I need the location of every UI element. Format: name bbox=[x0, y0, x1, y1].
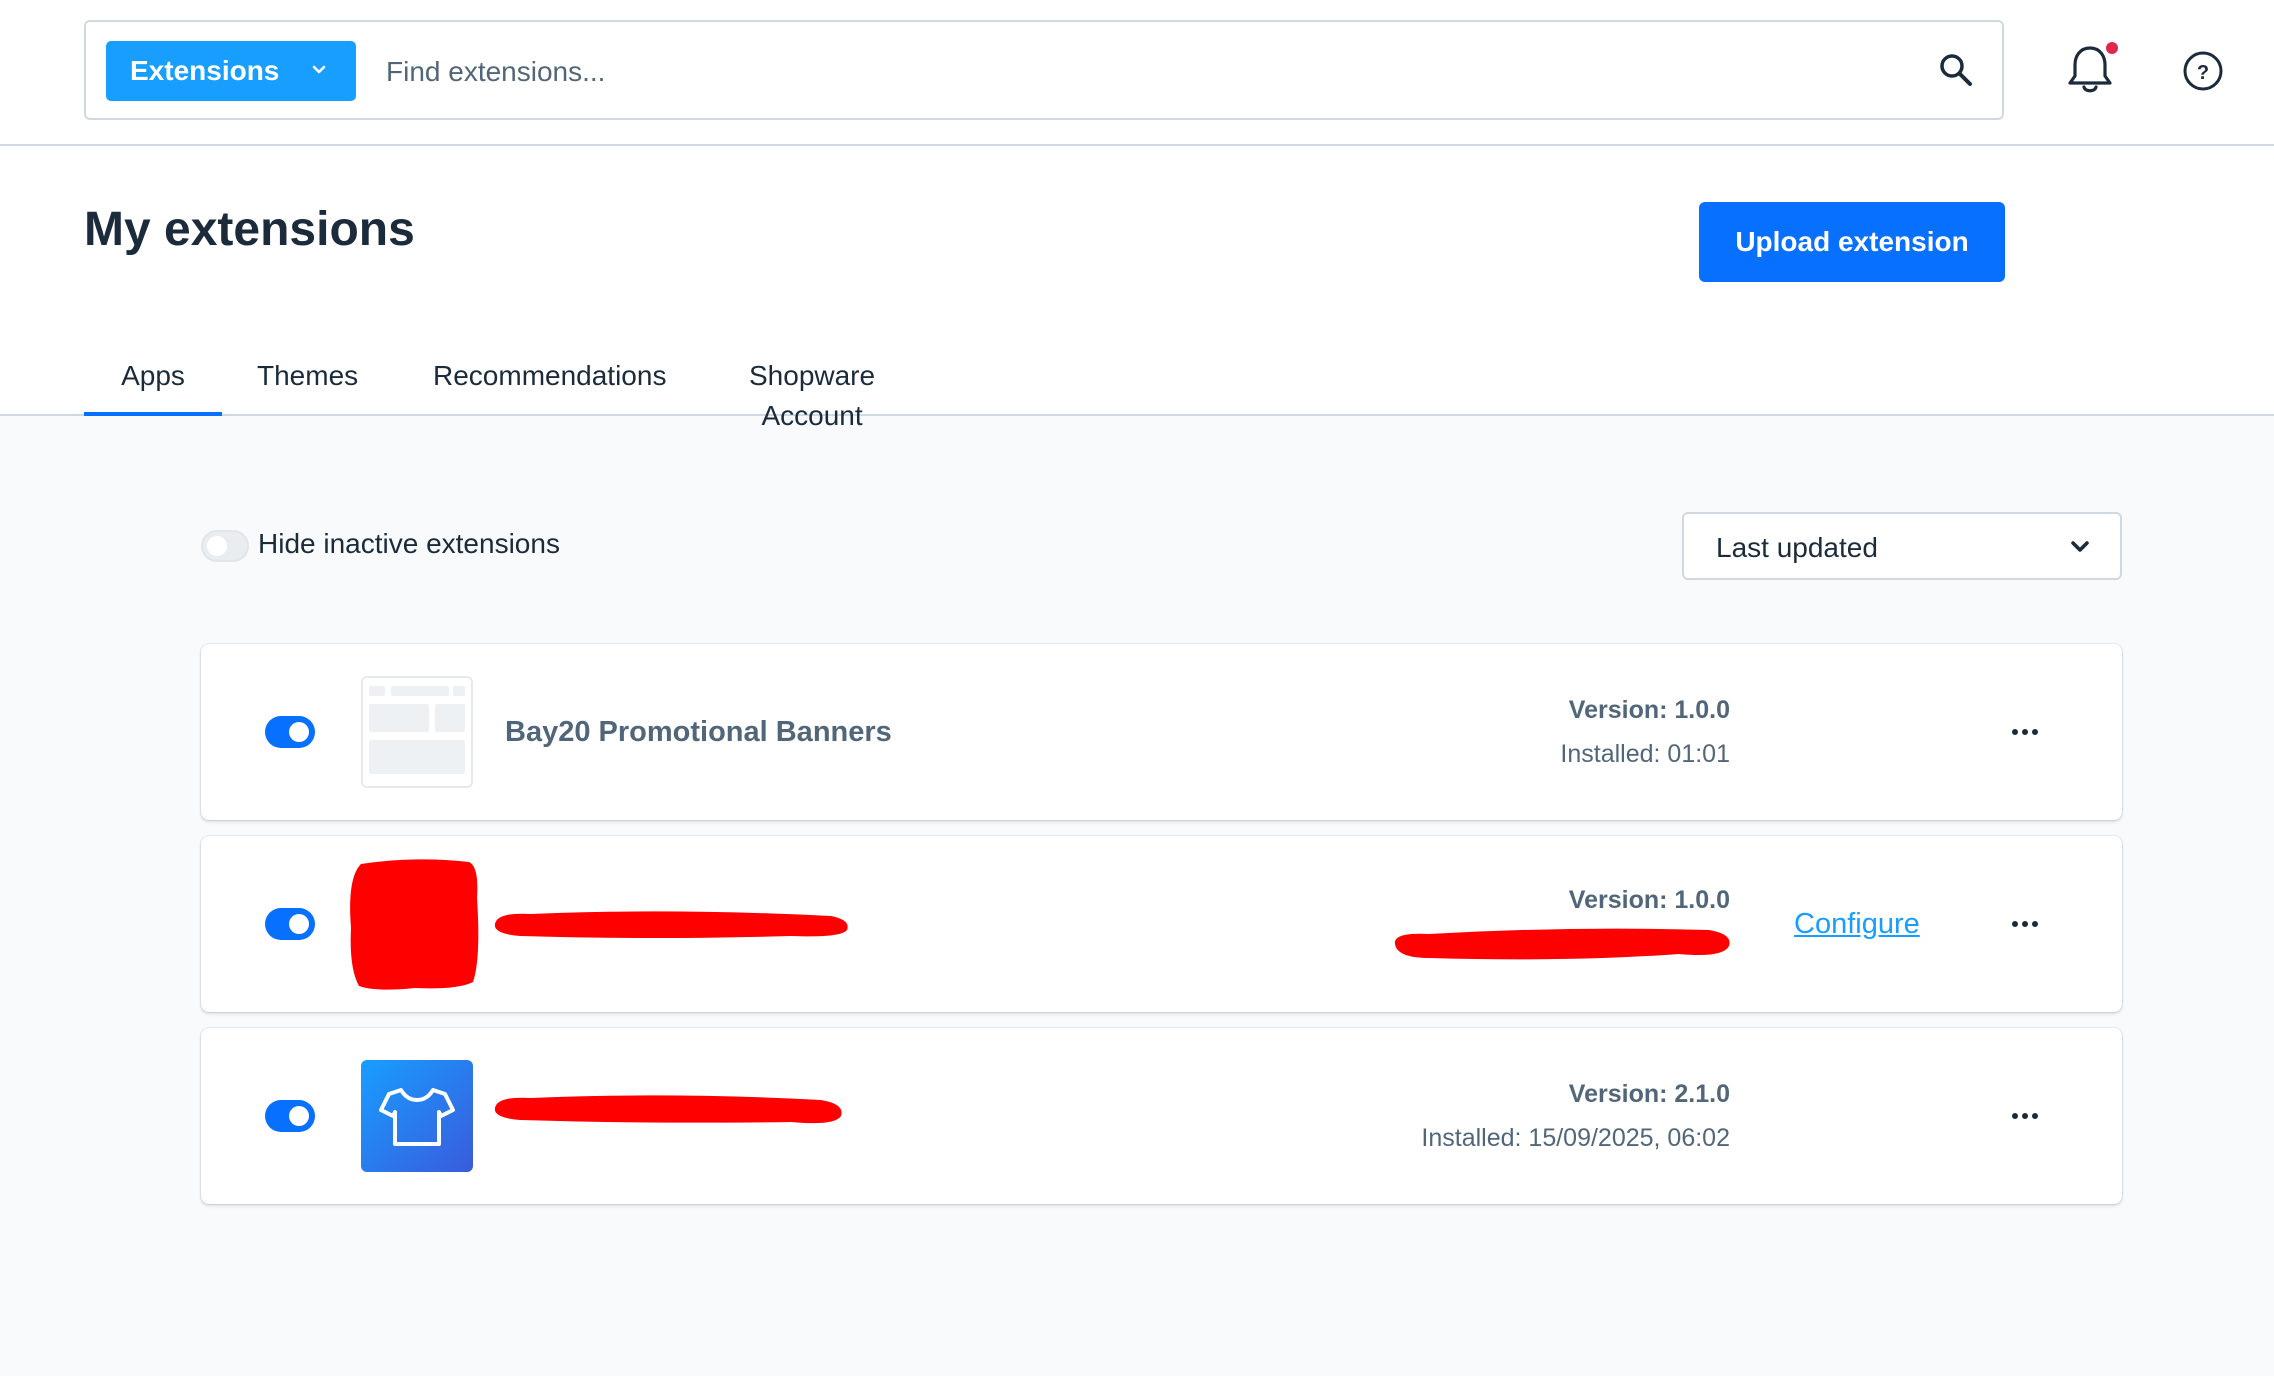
extension-version: Version: 1.0.0 bbox=[1568, 886, 1730, 914]
svg-text:?: ? bbox=[2197, 62, 2209, 84]
extension-active-toggle[interactable] bbox=[265, 1100, 315, 1132]
placeholder-icon bbox=[361, 676, 473, 788]
redacted-name-mark bbox=[494, 911, 848, 938]
page-header: My extensions Upload extension Apps Them… bbox=[0, 146, 2274, 431]
tab-apps[interactable]: Apps bbox=[84, 356, 222, 416]
tab-themes[interactable]: Themes bbox=[257, 356, 358, 416]
more-options-icon[interactable] bbox=[2011, 916, 2039, 932]
more-options-icon[interactable] bbox=[2011, 1108, 2039, 1124]
notification-dot bbox=[2104, 40, 2120, 56]
search-bar: Extensions bbox=[84, 20, 2004, 120]
extension-installed-date: Installed: 15/09/2025, 06:02 bbox=[1421, 1124, 1730, 1152]
more-options-icon[interactable] bbox=[2011, 724, 2039, 740]
extension-version: Version: 1.0.0 bbox=[1568, 696, 1730, 724]
extension-name: Bay20 Promotional Banners bbox=[505, 716, 892, 748]
tshirt-icon bbox=[361, 1060, 473, 1172]
extension-card: Version: 1.0.0 Configure bbox=[201, 836, 2122, 1012]
search-input[interactable] bbox=[386, 42, 1886, 102]
tab-shopware-account[interactable]: Shopware Account bbox=[749, 356, 875, 431]
help-icon[interactable]: ? bbox=[2182, 50, 2224, 92]
top-bar: Extensions ? bbox=[0, 0, 2274, 146]
configure-link[interactable]: Configure bbox=[1794, 908, 1920, 941]
extension-card: Bay20 Promotional Banners Version: 1.0.0… bbox=[201, 644, 2122, 820]
extension-active-toggle[interactable] bbox=[265, 716, 315, 748]
upload-extension-button[interactable]: Upload extension bbox=[1699, 202, 2005, 282]
tab-recommendations[interactable]: Recommendations bbox=[433, 356, 666, 416]
search-type-dropdown[interactable]: Extensions bbox=[106, 41, 356, 101]
sort-select[interactable]: Last updated bbox=[1682, 512, 2122, 580]
search-icon[interactable] bbox=[1938, 52, 1974, 88]
chevron-down-icon bbox=[312, 65, 326, 74]
search-type-label: Extensions bbox=[130, 55, 280, 86]
extension-version: Version: 2.1.0 bbox=[1568, 1080, 1730, 1108]
extension-active-toggle[interactable] bbox=[265, 908, 315, 940]
page-title: My extensions bbox=[84, 203, 415, 256]
hide-inactive-toggle[interactable] bbox=[201, 530, 249, 562]
extension-installed-date: Installed: 01:01 bbox=[1560, 740, 1730, 768]
redacted-installed-mark bbox=[1394, 928, 1730, 960]
sort-value: Last updated bbox=[1716, 532, 1878, 563]
chevron-down-icon bbox=[2071, 541, 2089, 552]
hide-inactive-label: Hide inactive extensions bbox=[258, 528, 560, 559]
redacted-icon bbox=[350, 859, 479, 990]
redacted-name-mark bbox=[494, 1095, 842, 1124]
extension-card: Version: 2.1.0 Installed: 15/09/2025, 06… bbox=[201, 1028, 2122, 1204]
